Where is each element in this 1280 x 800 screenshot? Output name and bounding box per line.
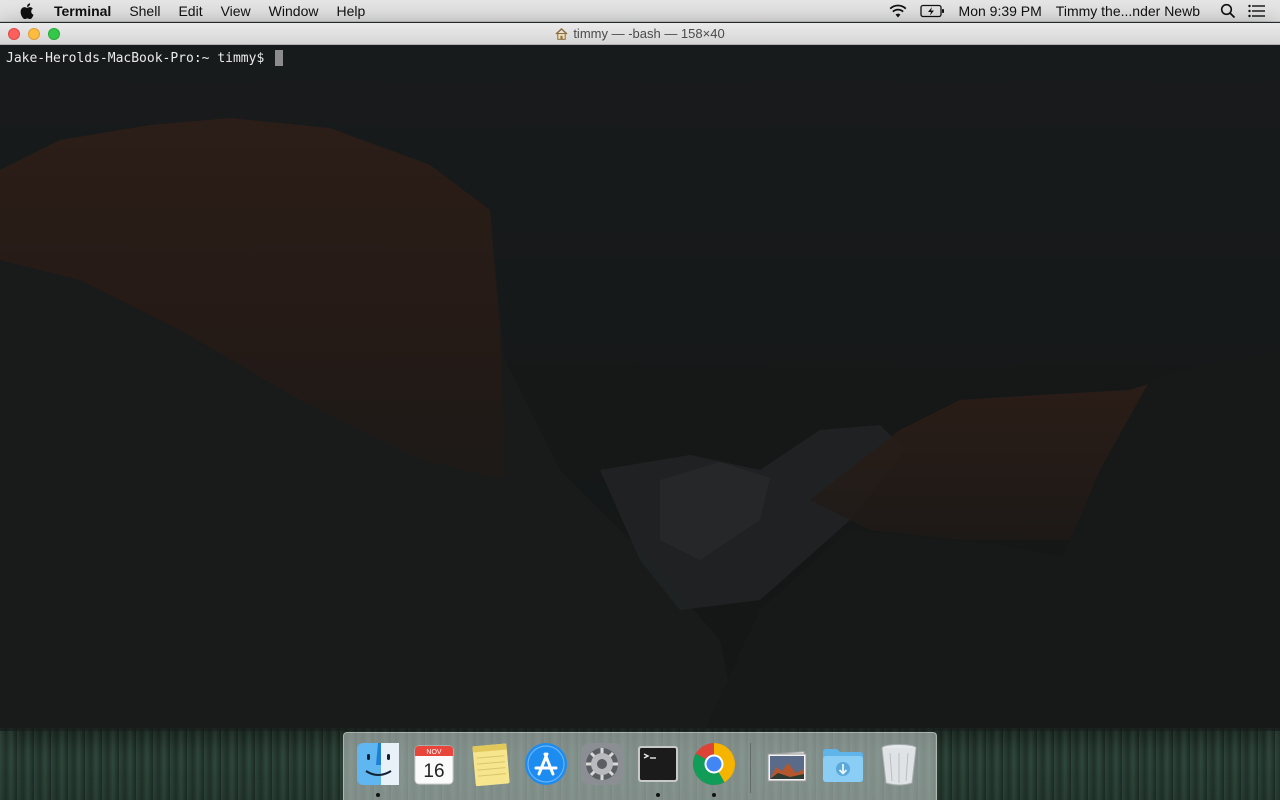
terminal-icon [638, 746, 678, 782]
dock-trash[interactable] [874, 733, 924, 795]
dock-notes[interactable] [465, 733, 515, 795]
trash-icon [881, 744, 917, 786]
window-title: timmy — -bash — 158×40 [573, 26, 725, 41]
downloads-folder-icon [823, 749, 863, 782]
menu-view[interactable]: View [212, 0, 260, 22]
menu-bar: Terminal Shell Edit View Window Help Mon… [0, 0, 1280, 22]
notes-icon [472, 743, 510, 787]
terminal-content[interactable]: Jake-Herolds-MacBook-Pro:~ timmy$ [0, 45, 1280, 731]
menu-window[interactable]: Window [260, 0, 328, 22]
notification-center-icon[interactable] [1242, 0, 1280, 22]
running-indicator [376, 793, 380, 797]
photos-stack-icon [767, 751, 807, 782]
calendar-day: 16 [423, 761, 444, 782]
dock-calendar[interactable]: NOV 16 [409, 733, 459, 795]
running-indicator [656, 793, 660, 797]
apple-menu-icon[interactable] [20, 2, 36, 20]
dock-terminal[interactable] [633, 733, 683, 797]
menu-bar-clock[interactable]: Mon 9:39 PM [952, 0, 1049, 22]
dock-app-store[interactable] [521, 733, 571, 795]
home-folder-icon [555, 27, 568, 40]
prompt-line: Jake-Herolds-MacBook-Pro:~ timmy$ [6, 50, 1274, 66]
dock-chrome[interactable] [689, 733, 739, 797]
dock: NOV 16 [343, 732, 937, 800]
calendar-month: NOV [426, 749, 442, 756]
dock-system-preferences[interactable] [577, 733, 627, 795]
dock-downloads[interactable] [818, 733, 868, 795]
menu-shell[interactable]: Shell [120, 0, 169, 22]
system-preferences-icon [581, 743, 623, 785]
menu-help[interactable]: Help [327, 0, 374, 22]
fast-user-switch-name[interactable]: Timmy the...nder Newb [1049, 0, 1214, 22]
terminal-window[interactable]: timmy — -bash — 158×40 Jake-Herolds-MacB… [0, 23, 1280, 731]
dock-finder[interactable] [353, 733, 403, 797]
text-cursor [275, 50, 284, 66]
zoom-button[interactable] [48, 28, 60, 40]
wifi-icon[interactable] [882, 0, 914, 22]
app-store-icon [525, 743, 567, 785]
dock-separator [750, 743, 751, 793]
shell-prompt: Jake-Herolds-MacBook-Pro:~ timmy$ [6, 50, 273, 66]
spotlight-search-icon[interactable] [1214, 0, 1242, 22]
dock-pictures-stack[interactable] [762, 733, 812, 795]
battery-charging-icon[interactable] [914, 0, 952, 22]
minimize-button[interactable] [28, 28, 40, 40]
menu-app-terminal[interactable]: Terminal [54, 0, 120, 22]
menu-edit[interactable]: Edit [169, 0, 211, 22]
window-controls [8, 28, 60, 40]
window-titlebar[interactable]: timmy — -bash — 158×40 [0, 23, 1280, 45]
close-button[interactable] [8, 28, 20, 40]
running-indicator [712, 793, 716, 797]
finder-icon [357, 743, 399, 785]
chrome-icon [692, 743, 735, 786]
calendar-icon: NOV 16 [414, 745, 454, 785]
window-title-group: timmy — -bash — 158×40 [555, 26, 725, 41]
